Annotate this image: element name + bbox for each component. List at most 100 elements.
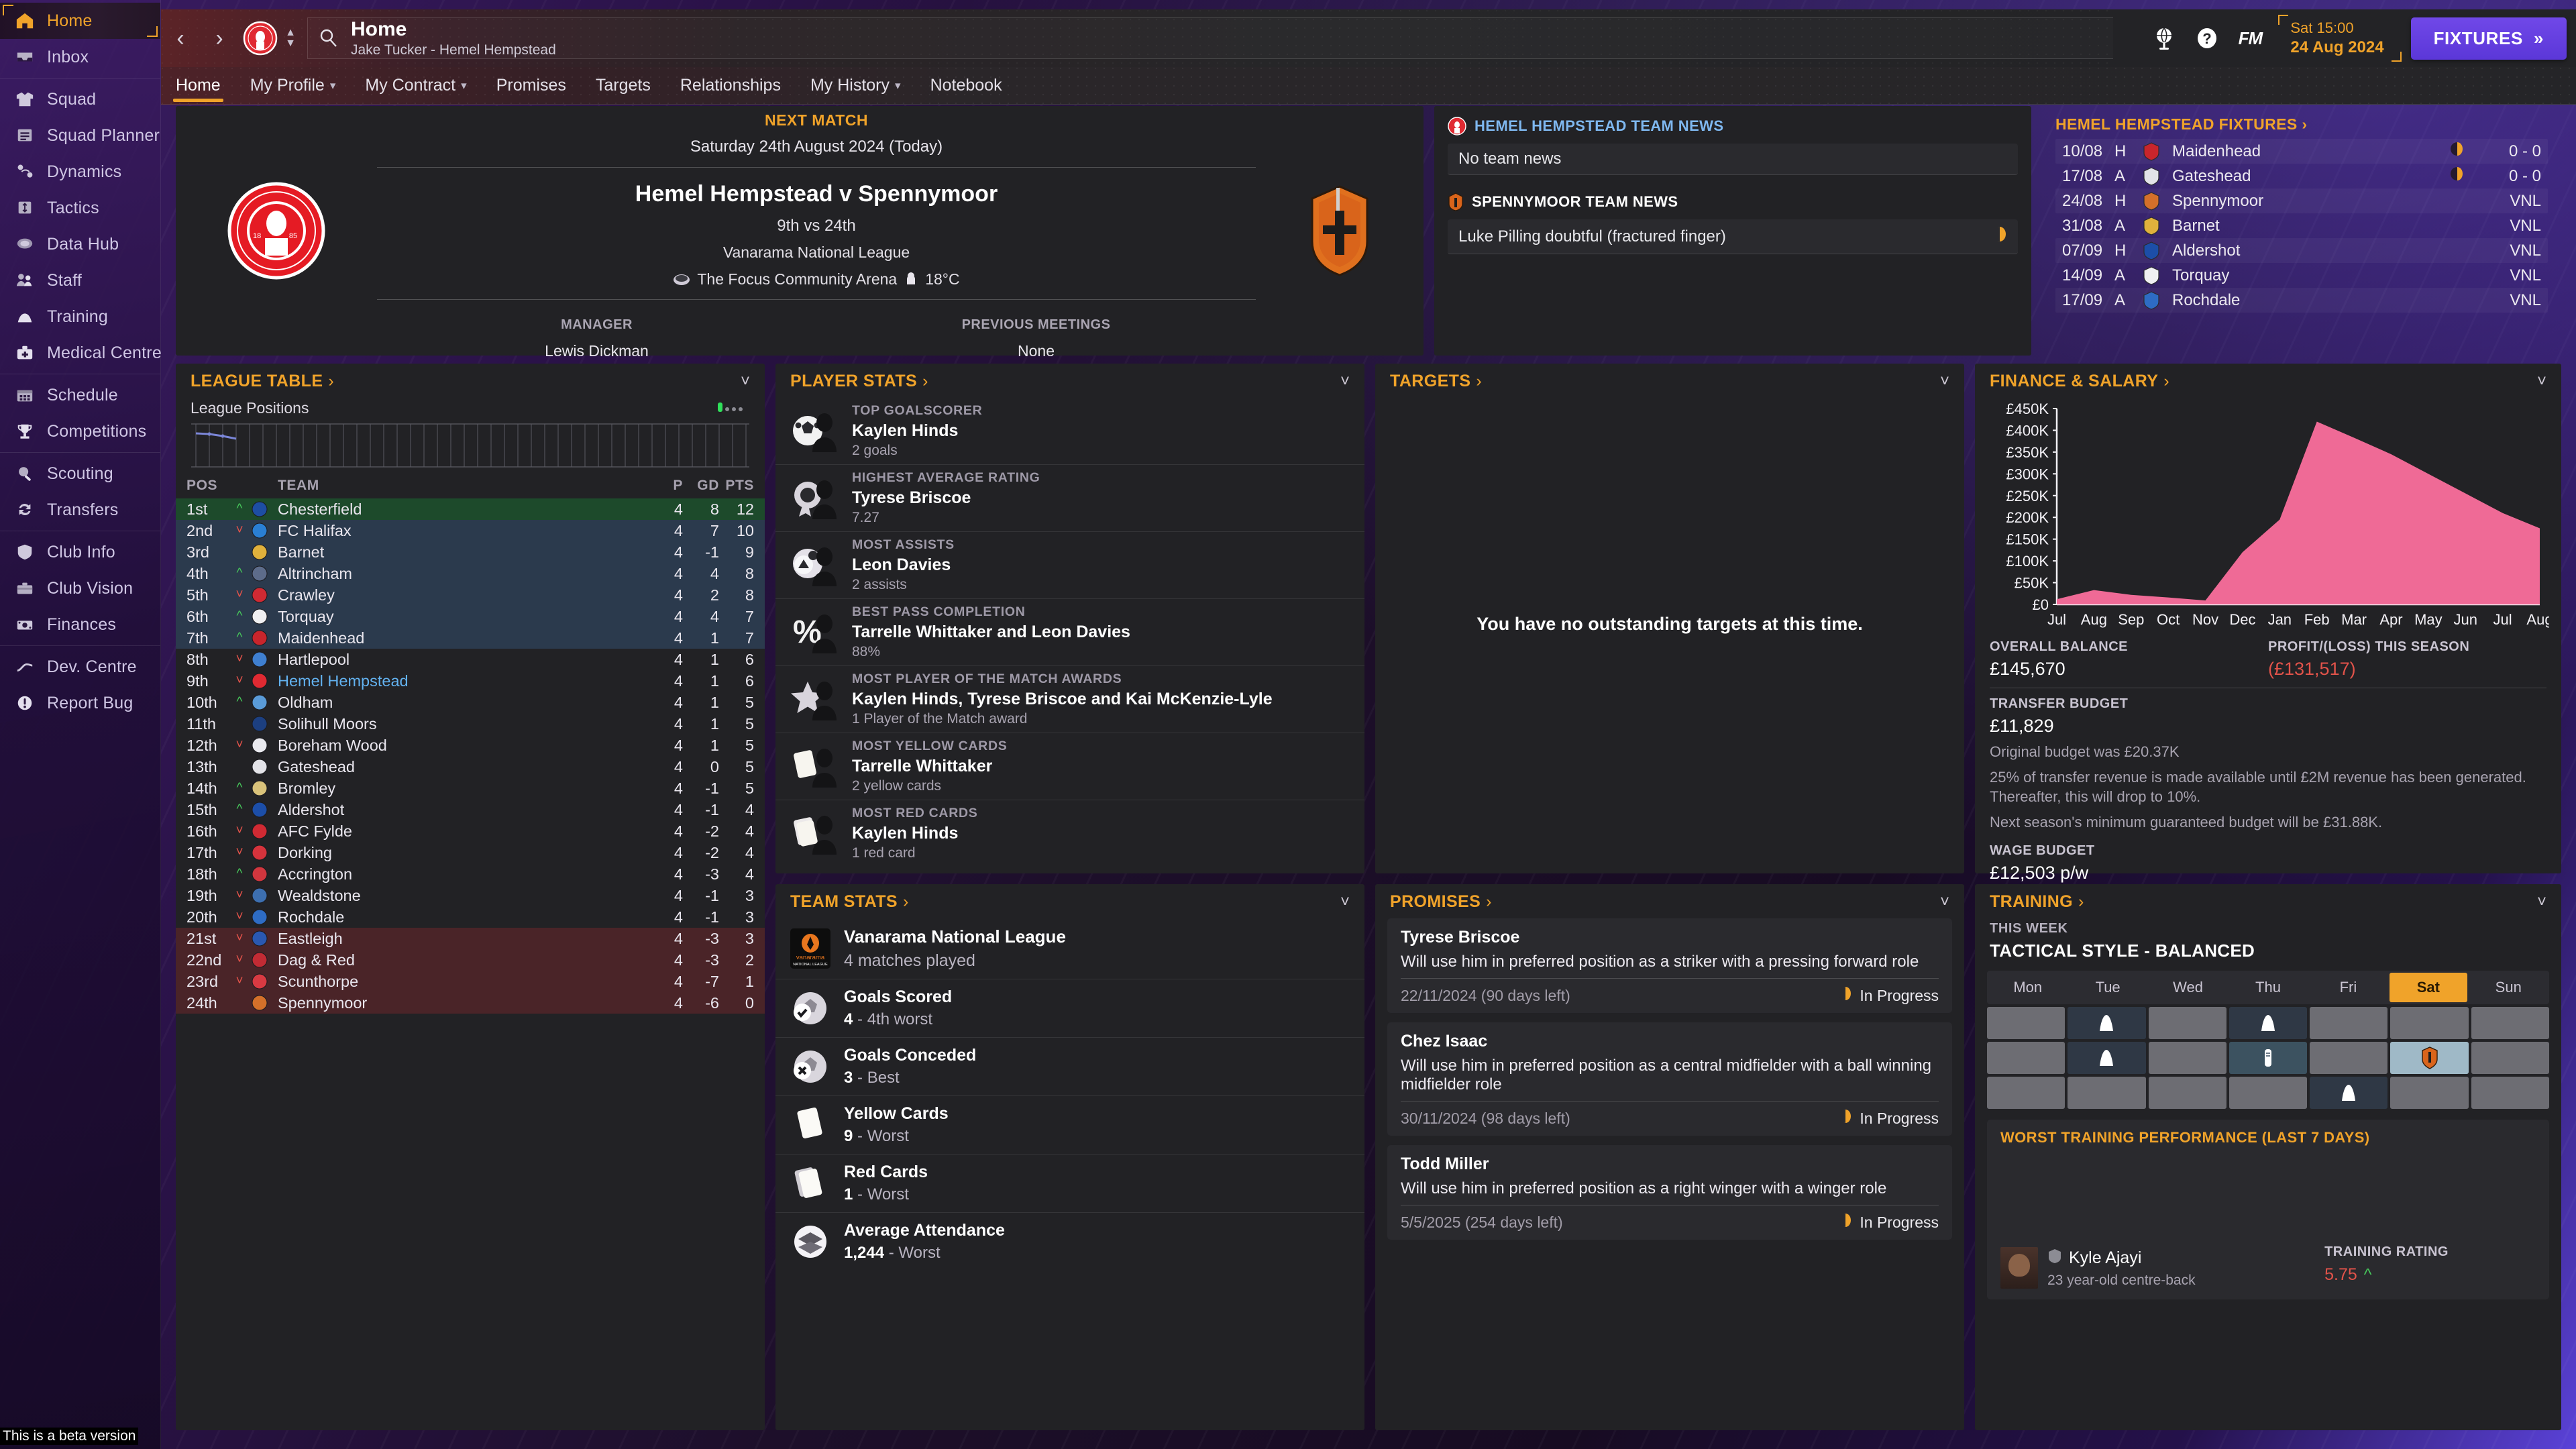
training-day-fri[interactable]: Fri [2310, 973, 2387, 1002]
club-switcher[interactable]: ▲ ▼ [282, 28, 299, 49]
table-row[interactable]: 24th Spennymoor 4 -6 0 [176, 992, 765, 1014]
training-session-cell[interactable] [1987, 1042, 2065, 1074]
table-row[interactable]: 11th Solihull Moors 4 1 5 [176, 713, 765, 735]
player-stat-row[interactable]: TOP GOALSCORER Kaylen Hinds 2 goals [775, 398, 1364, 465]
table-row[interactable]: 20th ˅ Rochdale 4 -1 3 [176, 906, 765, 928]
promise-card[interactable]: Chez Isaac Will use him in preferred posi… [1387, 1022, 1952, 1136]
globe-icon[interactable] [2143, 9, 2186, 67]
collapse-finance-icon[interactable]: ˅ [2537, 373, 2546, 390]
training-session-cell[interactable] [2390, 1077, 2469, 1109]
table-row[interactable]: 16th ˅ AFC Fylde 4 -2 4 [176, 820, 765, 842]
tab-promises[interactable]: Promises [482, 67, 581, 104]
sidebar-item-dev-centre[interactable]: Dev. Centre [0, 649, 160, 685]
table-row[interactable]: 18th ^ Accrington 4 -3 4 [176, 863, 765, 885]
fixture-row[interactable]: 17/08 A Gateshead 0 - 0 [2055, 164, 2548, 189]
promise-card[interactable]: Todd Miller Will use him in preferred pos… [1387, 1145, 1952, 1240]
fixtures-panel-title[interactable]: HEMEL HEMPSTEAD FIXTURES › [2055, 115, 2548, 133]
table-row[interactable]: 7th ^ Maidenhead 4 1 7 [176, 627, 765, 649]
training-session-cell[interactable] [2310, 1007, 2388, 1039]
table-row[interactable]: 6th ^ Torquay 4 4 7 [176, 606, 765, 627]
club-badge[interactable] [243, 21, 278, 56]
fixture-row[interactable]: 31/08 A Barnet VNL [2055, 213, 2548, 238]
table-row[interactable]: 17th ˅ Dorking 4 -2 4 [176, 842, 765, 863]
sidebar-item-club-vision[interactable]: Club Vision [0, 570, 160, 606]
back-button[interactable]: ‹ [161, 9, 200, 67]
sidebar-item-home[interactable]: Home [0, 3, 160, 39]
sidebar-item-data-hub[interactable]: Data Hub [0, 226, 160, 262]
tab-relationships[interactable]: Relationships [665, 67, 796, 104]
training-day-mon[interactable]: Mon [1989, 973, 2066, 1002]
sidebar-item-finances[interactable]: Finances [0, 606, 160, 643]
table-row[interactable]: 2nd ˅ FC Halifax 4 7 10 [176, 520, 765, 541]
training-session-cell[interactable] [2068, 1007, 2146, 1039]
training-day-thu[interactable]: Thu [2229, 973, 2306, 1002]
training-session-cell[interactable] [2148, 1042, 2226, 1074]
table-row[interactable]: 5th ˅ Crawley 4 2 8 [176, 584, 765, 606]
league-table-title[interactable]: LEAGUE TABLE › [191, 372, 334, 391]
sidebar-item-dynamics[interactable]: Dynamics [0, 154, 160, 190]
fixture-row[interactable]: 24/08 H Spennymoor VNL [2055, 189, 2548, 213]
team-stat-row[interactable]: Yellow Cards 9 - Worst [775, 1096, 1364, 1155]
fixture-row[interactable]: 17/09 A Rochdale VNL [2055, 288, 2548, 313]
promises-title[interactable]: PROMISES › [1390, 892, 1492, 912]
table-row[interactable]: 4th ^ Altrincham 4 4 8 [176, 563, 765, 584]
player-stat-row[interactable]: MOST YELLOW CARDS Tarrelle Whittaker 2 yel… [775, 733, 1364, 800]
collapse-team-stats-icon[interactable]: ˅ [1340, 894, 1350, 910]
collapse-promises-icon[interactable]: ˅ [1940, 894, 1949, 910]
sidebar-item-report-bug[interactable]: Report Bug [0, 685, 160, 721]
collapse-player-stats-icon[interactable]: ˅ [1340, 373, 1350, 390]
team-stat-row[interactable]: Goals Conceded 3 - Best [775, 1038, 1364, 1096]
table-row[interactable]: 10th ^ Oldham 4 1 5 [176, 692, 765, 713]
tab-targets[interactable]: Targets [581, 67, 665, 104]
training-session-cell[interactable] [2068, 1042, 2146, 1074]
player-stat-row[interactable]: MOST ASSISTS Leon Davies 2 assists [775, 532, 1364, 599]
training-session-cell[interactable] [2471, 1007, 2549, 1039]
promise-card[interactable]: Tyrese Briscoe Will use him in preferred … [1387, 918, 1952, 1013]
training-session-cell[interactable] [2148, 1077, 2226, 1109]
training-day-tue[interactable]: Tue [2069, 973, 2146, 1002]
team-stat-row[interactable]: Goals Scored 4 - 4th worst [775, 979, 1364, 1038]
table-row[interactable]: 14th ^ Bromley 4 -1 5 [176, 777, 765, 799]
fixture-row[interactable]: 14/09 A Torquay VNL [2055, 263, 2548, 288]
team-stats-title[interactable]: TEAM STATS › [790, 892, 909, 912]
sidebar-item-competitions[interactable]: Competitions [0, 413, 160, 449]
training-session-cell[interactable] [2310, 1077, 2388, 1109]
training-session-cell[interactable] [2471, 1077, 2549, 1109]
table-row[interactable]: 12th ˅ Boreham Wood 4 1 5 [176, 735, 765, 756]
player-stats-title[interactable]: PLAYER STATS › [790, 372, 928, 391]
training-session-cell[interactable] [2229, 1007, 2308, 1039]
training-session-cell[interactable] [2229, 1077, 2308, 1109]
manager-value[interactable]: Lewis Dickman [377, 342, 816, 360]
next-match-competition[interactable]: Vanarama National League [723, 244, 910, 262]
next-match-teams[interactable]: Hemel Hempstead v Spennymoor [635, 181, 998, 207]
targets-title[interactable]: TARGETS › [1390, 372, 1482, 391]
continue-fixtures-button[interactable]: FIXTURES » [2410, 17, 2567, 60]
training-session-cell[interactable] [2068, 1077, 2146, 1109]
table-row[interactable]: 9th ˅ Hemel Hempstead 4 1 6 [176, 670, 765, 692]
training-title[interactable]: TRAINING › [1990, 892, 2084, 912]
player-stat-row[interactable]: HIGHEST AVERAGE RATING Tyrese Briscoe 7.27 [775, 465, 1364, 532]
sidebar-item-medical-centre[interactable]: Medical Centre [0, 335, 162, 371]
table-row[interactable]: 19th ˅ Wealdstone 4 -1 3 [176, 885, 765, 906]
collapse-targets-icon[interactable]: ˅ [1940, 373, 1949, 390]
sidebar-item-tactics[interactable]: Tactics [0, 190, 160, 226]
team-stat-row[interactable]: Average Attendance 1,244 - Worst [775, 1213, 1364, 1271]
tab-notebook[interactable]: Notebook [916, 67, 1017, 104]
team-stat-row[interactable]: Red Cards 1 - Worst [775, 1155, 1364, 1213]
sidebar-item-squad-planner[interactable]: Squad Planner [0, 117, 160, 154]
sidebar-item-transfers[interactable]: Transfers [0, 492, 160, 528]
sidebar-item-club-info[interactable]: Club Info [0, 534, 160, 570]
training-session-cell[interactable] [2229, 1042, 2308, 1074]
tab-my-profile[interactable]: My Profile ▾ [235, 67, 351, 104]
training-session-cell[interactable] [1987, 1077, 2065, 1109]
table-row[interactable]: 22nd ˅ Dag & Red 4 -3 2 [176, 949, 765, 971]
training-session-cell[interactable] [2471, 1042, 2549, 1074]
table-row[interactable]: 13th Gateshead 4 0 5 [176, 756, 765, 777]
tab-my-contract[interactable]: My Contract ▾ [350, 67, 481, 104]
help-icon[interactable]: ? [2186, 9, 2229, 67]
collapse-league-table-icon[interactable]: ˅ [741, 373, 750, 390]
table-row[interactable]: 23rd ˅ Scunthorpe 4 -7 1 [176, 971, 765, 992]
away-team-news-item[interactable]: Luke Pilling doubtful (fractured finger) [1448, 219, 2018, 254]
sidebar-item-staff[interactable]: Staff [0, 262, 160, 299]
tab-home[interactable]: Home [161, 67, 235, 104]
